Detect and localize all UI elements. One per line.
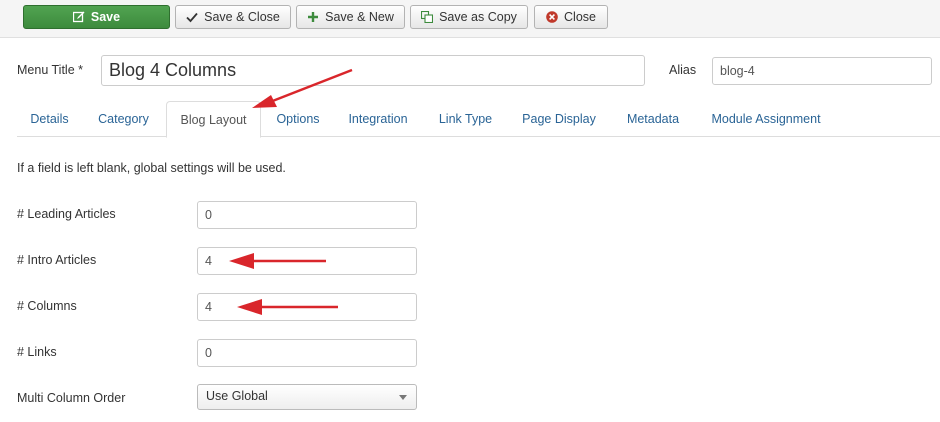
toolbar: Save Save & Close Save & New Save as Cop… (0, 0, 940, 38)
links-label: # Links (17, 345, 57, 359)
save-and-new-button[interactable]: Save & New (296, 5, 405, 29)
plus-icon (307, 11, 319, 23)
save-label: Save (90, 10, 121, 24)
close-label: Close (564, 10, 596, 24)
alias-label: Alias (669, 63, 697, 77)
multi-column-order-value: Use Global (206, 389, 268, 403)
menu-title-label: Menu Title * (17, 63, 84, 77)
leading-articles-input[interactable] (197, 201, 417, 229)
columns-input[interactable] (197, 293, 417, 321)
tab-bar: Details Category Blog Layout Options Int… (17, 101, 940, 138)
tab-details[interactable]: Details (17, 101, 82, 137)
tab-page-display[interactable]: Page Display (512, 101, 606, 137)
blank-fields-hint: If a field is left blank, global setting… (17, 161, 286, 175)
intro-articles-input[interactable] (197, 247, 417, 275)
links-input[interactable] (197, 339, 417, 367)
menu-title-input[interactable] (101, 55, 645, 86)
copy-icon (421, 11, 434, 23)
columns-label: # Columns (17, 299, 77, 313)
save-as-copy-button[interactable]: Save as Copy (410, 5, 528, 29)
edit-icon (72, 11, 85, 23)
tab-link-type[interactable]: Link Type (426, 101, 505, 137)
intro-articles-label: # Intro Articles (17, 253, 97, 267)
save-and-new-label: Save & New (325, 10, 394, 24)
save-button[interactable]: Save (23, 5, 170, 29)
tab-module-assignment[interactable]: Module Assignment (702, 101, 830, 137)
multi-column-order-select[interactable]: Use Global (197, 384, 417, 410)
multi-column-order-label: Multi Column Order (17, 391, 126, 405)
tab-category[interactable]: Category (86, 101, 161, 137)
chevron-down-icon (399, 395, 407, 400)
tab-blog-layout[interactable]: Blog Layout (166, 101, 261, 138)
tab-integration[interactable]: Integration (337, 101, 419, 137)
leading-articles-label: # Leading Articles (17, 207, 116, 221)
alias-input[interactable] (712, 57, 932, 85)
tab-metadata[interactable]: Metadata (617, 101, 689, 137)
tab-options[interactable]: Options (266, 101, 330, 137)
check-icon (186, 11, 198, 23)
save-as-copy-label: Save as Copy (439, 10, 517, 24)
close-circle-icon (546, 11, 558, 23)
close-button[interactable]: Close (534, 5, 608, 29)
save-and-close-label: Save & Close (204, 10, 280, 24)
save-and-close-button[interactable]: Save & Close (175, 5, 291, 29)
